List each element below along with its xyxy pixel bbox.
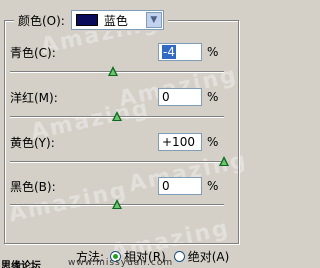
black-row: 黑色(B):	[10, 176, 160, 196]
cyan-input-value: -4	[162, 45, 176, 59]
color-select-row: 颜色(O): 蓝色 ▼	[14, 9, 168, 31]
yellow-label: 黄色(Y):	[10, 135, 55, 150]
yellow-slider-thumb[interactable]	[219, 156, 229, 166]
cyan-row: 青色(C):	[10, 42, 160, 62]
magenta-slider-thumb[interactable]	[112, 111, 122, 121]
yellow-slider[interactable]	[10, 156, 229, 168]
yellow-row: 黄色(Y):	[10, 132, 160, 152]
magenta-unit: %	[207, 90, 219, 104]
yellow-slider-track	[10, 161, 224, 163]
black-input[interactable]: 0	[158, 177, 202, 195]
yellow-unit: %	[207, 135, 219, 149]
cyan-unit: %	[207, 45, 219, 59]
radio-absolute[interactable]	[173, 250, 185, 262]
magenta-slider[interactable]	[10, 111, 224, 123]
magenta-input[interactable]: 0	[158, 88, 202, 106]
selective-color-dialog: Amazing Amazing Amazing Amazing Amazing …	[0, 0, 244, 268]
color-dropdown[interactable]: 蓝色 ▼	[70, 10, 164, 30]
black-slider[interactable]	[10, 199, 224, 211]
forum-watermark: 思缘论坛	[1, 261, 41, 268]
black-label: 黑色(B):	[10, 179, 56, 194]
cyan-label: 青色(C):	[10, 45, 56, 60]
color-swatch	[75, 14, 98, 26]
color-label: 颜色(O):	[18, 13, 65, 28]
black-unit: %	[207, 179, 219, 193]
method-absolute-label: 绝对(A)	[187, 249, 230, 264]
magenta-label: 洋红(M):	[10, 90, 58, 105]
cyan-slider-thumb[interactable]	[107, 66, 118, 76]
color-dropdown-value: 蓝色	[103, 13, 128, 28]
method-absolute-option[interactable]: 绝对(A)	[173, 248, 230, 265]
black-slider-thumb[interactable]	[112, 199, 122, 209]
cyan-slider[interactable]	[10, 66, 224, 78]
chevron-down-icon[interactable]: ▼	[145, 12, 162, 28]
cyan-input[interactable]: -4	[158, 43, 202, 61]
site-watermark: www.missyuan.com	[68, 258, 174, 268]
yellow-input[interactable]: +100	[158, 133, 202, 151]
magenta-row: 洋红(M):	[10, 87, 160, 107]
